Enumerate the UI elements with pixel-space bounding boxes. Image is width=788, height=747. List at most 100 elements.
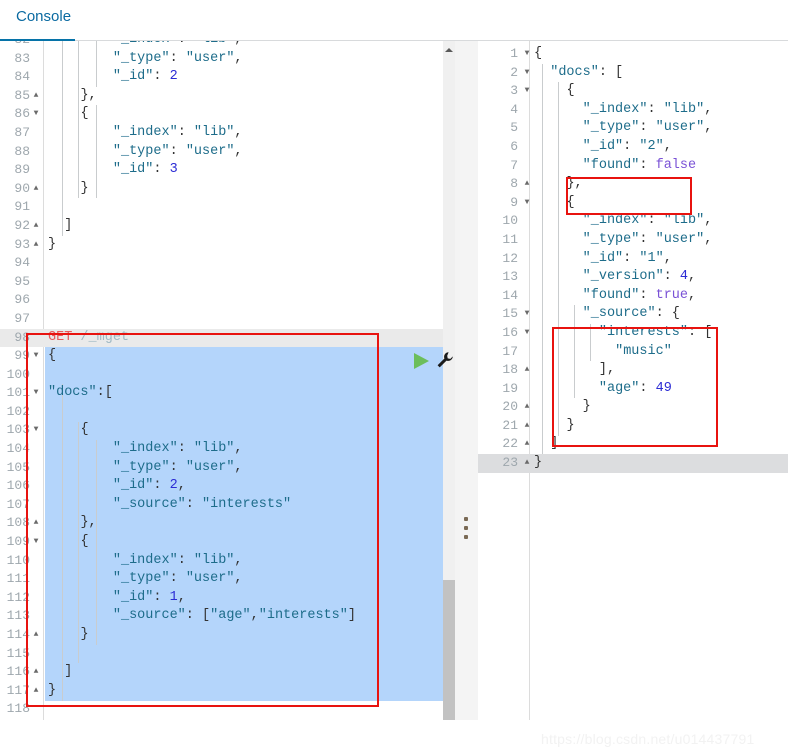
chevron-up-icon[interactable]: ▲ xyxy=(522,361,532,380)
response-code-rows[interactable]: 1 ▼{2 ▼ "docs": [3 ▼ {4 "_index": "lib", 5 "… xyxy=(478,45,788,473)
chevron-up-icon[interactable]: ▲ xyxy=(522,417,532,436)
code-line[interactable]: 86 ▼ { xyxy=(0,105,443,124)
chevron-down-icon[interactable]: ▼ xyxy=(522,64,532,83)
vertical-drag-handle-icon[interactable] xyxy=(464,517,468,539)
line-number: 8 xyxy=(510,176,518,192)
code-line[interactable]: 92 ▲ ] xyxy=(0,217,443,236)
code-line[interactable]: 17 "music" xyxy=(478,343,788,362)
code-line[interactable]: 10 "_index": "lib", xyxy=(478,212,788,231)
code-line[interactable]: 110 "_index": "lib", xyxy=(0,552,443,571)
chevron-down-icon[interactable]: ▼ xyxy=(31,347,41,366)
chevron-down-icon[interactable]: ▼ xyxy=(522,324,532,343)
code-line[interactable]: 4 "_index": "lib", xyxy=(478,101,788,120)
code-line[interactable]: 5 "_type": "user", xyxy=(478,119,788,138)
code-line[interactable]: 21 ▲ } xyxy=(478,417,788,436)
code-line[interactable]: 94 xyxy=(0,254,443,273)
code-line[interactable]: 105 "_type": "user", xyxy=(0,459,443,478)
code-line[interactable]: 83 "_type": "user", xyxy=(0,50,443,69)
code-line[interactable]: 102 xyxy=(0,403,443,422)
code-text: { xyxy=(80,106,89,122)
line-number: 82 xyxy=(0,41,30,50)
chevron-up-icon[interactable]: ▲ xyxy=(522,435,532,454)
code-line[interactable]: 7 "found": false xyxy=(478,157,788,176)
code-line[interactable]: 104 "_index": "lib", xyxy=(0,440,443,459)
code-line[interactable]: 115 xyxy=(0,645,443,664)
code-line[interactable]: 90 ▲ } xyxy=(0,180,443,199)
code-line[interactable]: 84 "_id": 2 xyxy=(0,68,443,87)
request-code-rows[interactable]: 82 "_index": "lib",83 "_type": "user",84… xyxy=(0,41,443,720)
code-line[interactable]: 15 ▼ "_source": { xyxy=(478,305,788,324)
chevron-up-icon[interactable]: ▲ xyxy=(522,175,532,194)
code-line[interactable]: 103 ▼ { xyxy=(0,421,443,440)
chevron-up-icon[interactable]: ▲ xyxy=(31,626,41,645)
code-line[interactable]: 88 "_type": "user", xyxy=(0,143,443,162)
code-line[interactable]: 89 "_id": 3 xyxy=(0,161,443,180)
code-line[interactable]: 19 "age": 49 xyxy=(478,380,788,399)
code-line[interactable]: 8 ▲ }, xyxy=(478,175,788,194)
code-line[interactable]: 114 ▲ } xyxy=(0,626,443,645)
code-line[interactable]: 99 ▼ { xyxy=(0,347,443,366)
code-line[interactable]: 20 ▲ } xyxy=(478,398,788,417)
chevron-up-icon[interactable]: ▲ xyxy=(522,454,532,473)
chevron-up-icon[interactable]: ▲ xyxy=(31,514,41,533)
play-triangle-icon[interactable] xyxy=(410,350,432,372)
chevron-up-icon[interactable]: ▲ xyxy=(522,398,532,417)
code-line[interactable]: 98 GET /_mget xyxy=(0,329,443,348)
code-line[interactable]: 6 "_id": "2", xyxy=(478,138,788,157)
code-line[interactable]: 107 "_source": "interests" xyxy=(0,496,443,515)
code-line[interactable]: 112 "_id": 1, xyxy=(0,589,443,608)
code-line[interactable]: 1 ▼{ xyxy=(478,45,788,64)
code-line[interactable]: 97 xyxy=(0,310,443,329)
code-line[interactable]: 11 "_type": "user", xyxy=(478,231,788,250)
chevron-down-icon[interactable]: ▼ xyxy=(522,194,532,213)
chevron-down-icon[interactable]: ▼ xyxy=(31,533,41,552)
tab-console[interactable]: Console xyxy=(10,6,83,31)
code-line[interactable]: 85 ▲ }, xyxy=(0,87,443,106)
code-text: GET /_mget xyxy=(48,329,130,345)
code-line[interactable]: 111 "_type": "user", xyxy=(0,570,443,589)
code-line[interactable]: 101 ▼ "docs":[ xyxy=(0,384,443,403)
chevron-down-icon[interactable]: ▼ xyxy=(522,305,532,324)
code-line[interactable]: 118 xyxy=(0,700,443,719)
chevron-down-icon[interactable]: ▼ xyxy=(31,384,41,403)
chevron-up-icon[interactable]: ▲ xyxy=(31,87,41,106)
code-line[interactable]: 116 ▲ ] xyxy=(0,663,443,682)
code-line[interactable]: 22 ▲ ] xyxy=(478,435,788,454)
line-number: 2 xyxy=(510,64,518,80)
wrench-icon[interactable] xyxy=(436,351,454,369)
code-line[interactable]: 106 "_id": 2, xyxy=(0,477,443,496)
code-line[interactable]: 96 xyxy=(0,291,443,310)
code-line[interactable]: 16 ▼ "interests": [ xyxy=(478,324,788,343)
chevron-up-icon[interactable]: ▲ xyxy=(31,236,41,255)
code-line[interactable]: 23 ▲} xyxy=(478,454,788,473)
code-line[interactable]: 18 ▲ ], xyxy=(478,361,788,380)
code-line[interactable]: 9 ▼ { xyxy=(478,194,788,213)
code-line[interactable]: 95 xyxy=(0,273,443,292)
code-line[interactable]: 113 "_source": ["age","interests"] xyxy=(0,607,443,626)
code-line[interactable]: 2 ▼ "docs": [ xyxy=(478,64,788,83)
chevron-up-icon[interactable]: ▲ xyxy=(31,180,41,199)
code-line[interactable]: 14 "found": true, xyxy=(478,287,788,306)
code-line[interactable]: 108 ▲ }, xyxy=(0,514,443,533)
chevron-down-icon[interactable]: ▼ xyxy=(522,45,532,64)
response-viewer[interactable]: 1 ▼{2 ▼ "docs": [3 ▼ {4 "_index": "lib", 5 "… xyxy=(478,41,788,720)
request-editor[interactable]: 82 "_index": "lib",83 "_type": "user",84… xyxy=(0,41,443,720)
chevron-down-icon[interactable]: ▼ xyxy=(31,105,41,124)
code-line[interactable]: 91 xyxy=(0,198,443,217)
code-line[interactable]: 12 "_id": "1", xyxy=(478,250,788,269)
code-line[interactable]: 13 "_version": 4, xyxy=(478,268,788,287)
chevron-down-icon[interactable]: ▼ xyxy=(31,421,41,440)
code-line[interactable]: 82 "_index": "lib", xyxy=(0,41,443,50)
code-line[interactable]: 87 "_index": "lib", xyxy=(0,124,443,143)
code-line[interactable]: 93 ▲} xyxy=(0,236,443,255)
chevron-up-icon[interactable]: ▲ xyxy=(31,663,41,682)
request-scrollbar-thumb[interactable] xyxy=(443,580,455,720)
code-line[interactable]: 117 ▲} xyxy=(0,682,443,701)
chevron-down-icon[interactable]: ▼ xyxy=(522,82,532,101)
code-line[interactable]: 109 ▼ { xyxy=(0,533,443,552)
code-line[interactable]: 3 ▼ { xyxy=(478,82,788,101)
code-line[interactable]: 100 xyxy=(0,366,443,385)
chevron-up-icon[interactable]: ▲ xyxy=(31,682,41,701)
chevron-up-icon[interactable]: ▲ xyxy=(31,217,41,236)
scroll-up-arrow-icon[interactable] xyxy=(443,43,455,55)
